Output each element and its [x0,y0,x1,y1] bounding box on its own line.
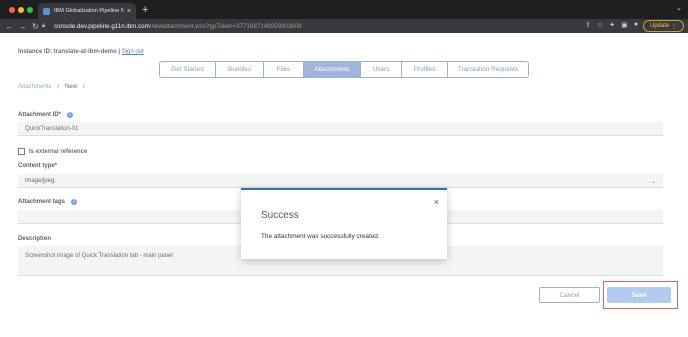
forward-icon[interactable]: → [16,22,29,31]
browser-toolbar: ← → ↻ 🔒︎ console.dev.pipeline.g11n.ibm.c… [0,19,688,33]
sidebar-icon[interactable]: ▣ [621,21,628,29]
lock-icon: 🔒︎ [42,23,46,29]
zoom-window-button[interactable] [27,7,33,13]
favicon-icon [43,7,50,15]
tab-search-icon[interactable]: ⌄ [676,4,682,12]
update-label: Update [649,23,670,29]
back-icon[interactable]: ← [3,22,16,31]
modal-message: The attachment was successfully created. [261,233,380,240]
close-tab-icon[interactable]: × [127,8,131,15]
new-tab-button[interactable]: + [142,3,148,17]
address-bar[interactable]: 🔒︎ console.dev.pipeline.g11n.ibm.com/new… [42,20,597,32]
browser-tab-title: IBM Globalization Pipeline New [54,8,124,14]
star-icon[interactable]: ☆ [597,21,603,29]
extension-icon[interactable]: ✦ [609,21,615,29]
profile-icon[interactable]: ● [634,21,638,29]
close-window-button[interactable] [9,7,15,13]
modal-overlay [0,33,688,337]
modal-title: Success [261,210,299,221]
success-modal: × Success The attachment was successfull… [241,188,447,259]
more-icon: ⋮ [671,23,677,30]
reload-icon[interactable]: ↻ [29,22,42,31]
url-host: console.dev.pipeline.g11n.ibm.com [54,22,150,30]
url-path: /newattachment.wss?gpToken=3771687149959… [149,22,302,30]
browser-tab[interactable]: IBM Globalization Pipeline New × [38,3,136,19]
update-button[interactable]: Update ⋮ [642,20,684,32]
toolbar-icons: ⇪ ☆ ✦ ▣ ● [585,21,638,29]
minimize-window-button[interactable] [18,7,24,13]
close-icon[interactable]: × [434,197,439,207]
share-icon[interactable]: ⇪ [585,21,591,29]
browser-tabstrip: IBM Globalization Pipeline New × + ⌄ [0,0,688,19]
